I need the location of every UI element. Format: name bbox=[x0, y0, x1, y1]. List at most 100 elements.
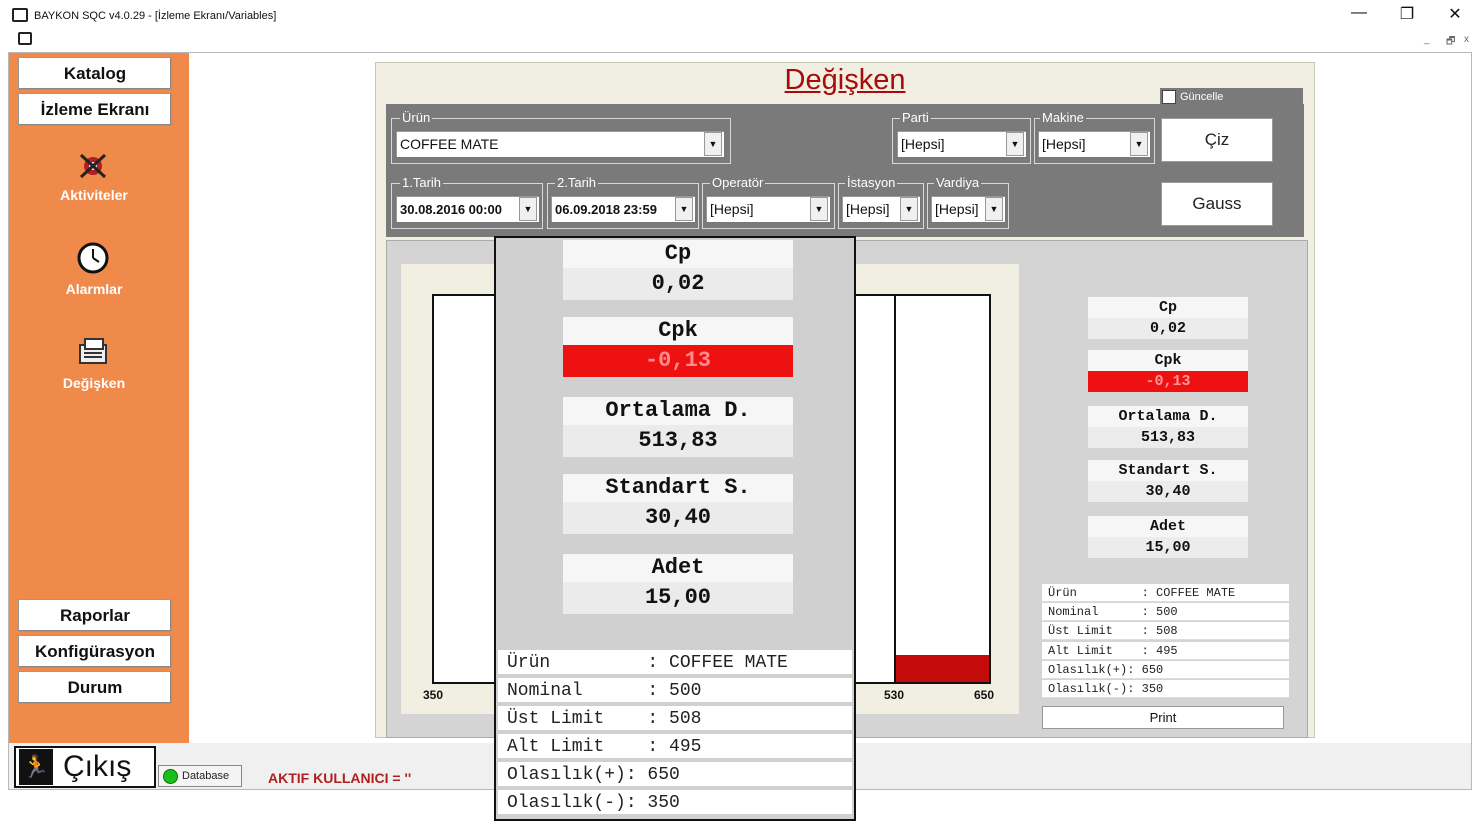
chevron-down-icon: ▼ bbox=[519, 197, 537, 221]
mean-label: Ortalama D. bbox=[1088, 406, 1248, 427]
zoom-info-urun: Ürün : COFFEE MATE bbox=[498, 650, 852, 676]
clock-icon[interactable] bbox=[76, 241, 110, 275]
makine-label: Makine bbox=[1040, 110, 1086, 125]
zoom-info-nominal: Nominal : 500 bbox=[498, 678, 852, 704]
tick-label: 650 bbox=[974, 688, 995, 702]
info-ust-limit: Üst Limit : 508 bbox=[1042, 622, 1289, 640]
zoom-cpk-label: Cpk bbox=[563, 317, 793, 345]
checkbox-icon bbox=[1162, 89, 1176, 104]
info-olasilik-plus: Olasılık(+): 650 bbox=[1042, 661, 1289, 679]
operator-label: Operatör bbox=[710, 175, 766, 190]
print-button[interactable]: Print bbox=[1042, 706, 1284, 729]
gauss-button[interactable]: Gauss bbox=[1161, 182, 1273, 226]
urun-dropdown[interactable]: COFFEE MATE ▼ bbox=[395, 130, 725, 158]
exit-button[interactable]: 🏃 Çıkış bbox=[14, 746, 156, 788]
printer-icon[interactable] bbox=[18, 32, 32, 45]
tarih2-label: 2.Tarih bbox=[555, 175, 599, 190]
cp-label: Cp bbox=[1088, 297, 1248, 318]
mdi-minimize-button[interactable]: _ bbox=[1424, 34, 1430, 45]
guncelle-label: Güncelle bbox=[1180, 90, 1224, 103]
chevron-down-icon: ▼ bbox=[704, 132, 722, 156]
activities-icon[interactable] bbox=[76, 148, 110, 182]
cpk-label: Cpk bbox=[1088, 350, 1248, 371]
zoom-count-label: Adet bbox=[563, 554, 793, 582]
cpk-value: -0,13 bbox=[1088, 371, 1248, 392]
database-status: Database bbox=[158, 765, 242, 787]
zoom-cpk-value: -0,13 bbox=[563, 345, 793, 377]
cp-value: 0,02 bbox=[1149, 320, 1186, 337]
cp-box: Cp 0,02 bbox=[1088, 297, 1248, 339]
guncelle-checkbox[interactable]: Güncelle bbox=[1160, 88, 1303, 105]
minimize-button[interactable]: — bbox=[1344, 4, 1374, 22]
sidebar-item-aktiviteler[interactable]: Aktiviteler bbox=[20, 187, 168, 203]
zoom-count-box: Adet 15,00 bbox=[563, 554, 793, 614]
mean-box: Ortalama D. 513,83 bbox=[1088, 406, 1248, 448]
info-olasilik-minus: Olasılık(-): 350 bbox=[1042, 680, 1289, 698]
zoom-info-olasilik-plus: Olasılık(+): 650 bbox=[498, 762, 852, 788]
urun-label: Ürün bbox=[400, 110, 433, 125]
zoom-cpk-box: Cpk -0,13 bbox=[563, 317, 793, 377]
info-nominal: Nominal : 500 bbox=[1042, 603, 1289, 621]
tarih1-label: 1.Tarih bbox=[400, 175, 444, 190]
istasyon-value: [Hepsi] bbox=[846, 201, 890, 217]
zoom-std-value: 30,40 bbox=[563, 502, 793, 534]
zoom-cp-value: 0,02 bbox=[563, 268, 793, 300]
info-urun: Ürün : COFFEE MATE bbox=[1042, 584, 1289, 602]
tarih2-picker[interactable]: 06.09.2018 23:59 ▼ bbox=[550, 195, 696, 223]
exit-label: Çıkış bbox=[63, 750, 132, 783]
makine-dropdown[interactable]: [Hepsi] ▼ bbox=[1037, 130, 1151, 158]
histogram-bar bbox=[896, 655, 989, 682]
vardiya-value: [Hepsi] bbox=[935, 201, 979, 217]
istasyon-label: İstasyon bbox=[845, 175, 898, 190]
zoom-std-label: Standart S. bbox=[563, 474, 793, 502]
zoom-cp-box: Cp 0,02 bbox=[563, 240, 793, 300]
histogram-frame-mid bbox=[850, 294, 896, 684]
parti-value: [Hepsi] bbox=[901, 136, 945, 152]
zoom-mean-box: Ortalama D. 513,83 bbox=[563, 397, 793, 457]
urun-value: COFFEE MATE bbox=[400, 136, 499, 152]
exit-person-icon: 🏃 bbox=[19, 749, 53, 785]
parti-dropdown[interactable]: [Hepsi] ▼ bbox=[896, 130, 1027, 158]
operator-value: [Hepsi] bbox=[710, 201, 754, 217]
parti-label: Parti bbox=[900, 110, 931, 125]
sidebar-item-degisken[interactable]: Değişken bbox=[20, 375, 168, 391]
izleme-ekrani-button[interactable]: İzleme Ekranı bbox=[18, 93, 172, 126]
katalog-button[interactable]: Katalog bbox=[18, 57, 172, 90]
tick-label: 530 bbox=[884, 688, 905, 702]
mdi-restore-button[interactable]: 🗗 bbox=[1446, 34, 1455, 51]
zoom-cp-label: Cp bbox=[563, 240, 793, 268]
chevron-down-icon: ▼ bbox=[900, 197, 918, 221]
std-box: Standart S. 30,40 bbox=[1088, 460, 1248, 502]
durum-button[interactable]: Durum bbox=[18, 671, 172, 704]
zoom-info-alt-limit: Alt Limit : 495 bbox=[498, 734, 852, 760]
app-icon bbox=[12, 8, 28, 22]
database-label: Database bbox=[182, 770, 230, 782]
raporlar-button[interactable]: Raporlar bbox=[18, 599, 172, 632]
zoom-info-ust-limit: Üst Limit : 508 bbox=[498, 706, 852, 732]
vardiya-label: Vardiya bbox=[934, 175, 982, 190]
histogram-frame-right bbox=[894, 294, 991, 684]
makine-value: [Hepsi] bbox=[1042, 136, 1086, 152]
chevron-down-icon: ▼ bbox=[1130, 132, 1148, 156]
restore-button[interactable]: ❐ bbox=[1392, 4, 1422, 24]
std-value: 30,40 bbox=[1145, 483, 1191, 500]
chevron-down-icon: ▼ bbox=[810, 197, 828, 221]
sidebar-item-alarmlar[interactable]: Alarmlar bbox=[20, 281, 168, 297]
vardiya-dropdown[interactable]: [Hepsi] ▼ bbox=[930, 195, 1006, 223]
tarih1-picker[interactable]: 30.08.2016 00:00 ▼ bbox=[395, 195, 540, 223]
zoom-std-box: Standart S. 30,40 bbox=[563, 474, 793, 534]
database-status-icon bbox=[163, 768, 178, 784]
close-button[interactable]: ✕ bbox=[1440, 4, 1470, 24]
mean-value: 513,83 bbox=[1140, 429, 1195, 446]
tarih1-value: 30.08.2016 00:00 bbox=[400, 201, 502, 217]
ciz-button[interactable]: Çiz bbox=[1161, 118, 1273, 162]
tarih2-value: 06.09.2018 23:59 bbox=[555, 201, 657, 217]
istasyon-dropdown[interactable]: [Hepsi] ▼ bbox=[841, 195, 921, 223]
chevron-down-icon: ▼ bbox=[675, 197, 693, 221]
mdi-close-button[interactable]: x bbox=[1464, 34, 1469, 45]
variable-icon[interactable] bbox=[76, 335, 110, 369]
info-alt-limit: Alt Limit : 495 bbox=[1042, 642, 1289, 660]
operator-dropdown[interactable]: [Hepsi] ▼ bbox=[705, 195, 831, 223]
chevron-down-icon: ▼ bbox=[985, 197, 1003, 221]
konfigurasyon-button[interactable]: Konfigürasyon bbox=[18, 635, 172, 668]
